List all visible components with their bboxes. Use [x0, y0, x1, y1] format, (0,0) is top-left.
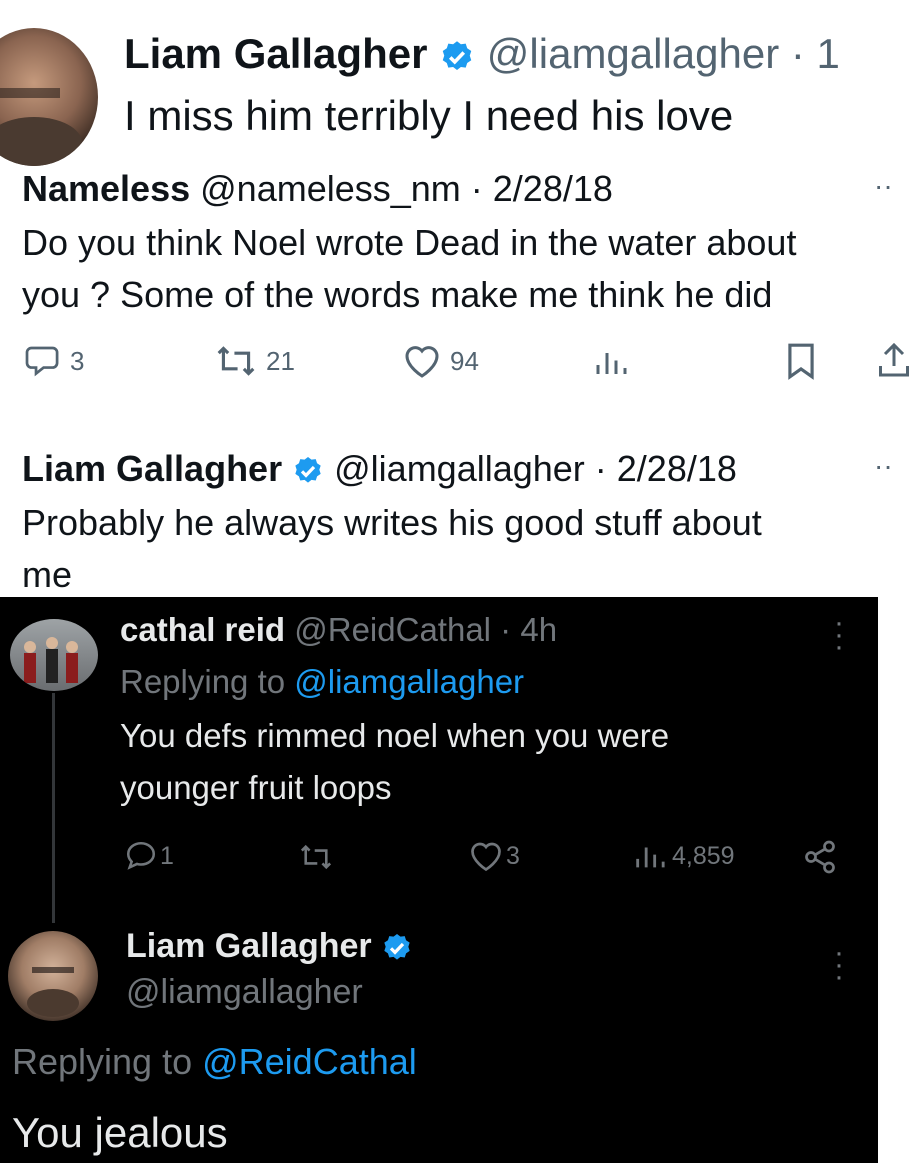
views-icon [636, 847, 665, 868]
face-image-icon [0, 88, 82, 166]
liam-avatar-top[interactable] [0, 28, 98, 166]
liam-final-text: You jealous [12, 1109, 228, 1156]
liam-reply-handle[interactable]: @liamgallagher · 2/28/18 [334, 448, 737, 489]
share-nodes-icon [805, 840, 835, 874]
like-button[interactable]: 94 [402, 342, 479, 380]
dark-reply-button[interactable]: 1 [124, 839, 174, 873]
heart-icon [405, 346, 439, 378]
verified-badge-icon [384, 934, 410, 960]
liam-avatar-bottom[interactable] [8, 931, 98, 1021]
nameless-handle[interactable]: @nameless_nm · 2/28/18 [200, 168, 613, 209]
more-vertical-icon[interactable]: · · · [834, 938, 844, 992]
reply-count: 3 [70, 345, 85, 376]
verified-badge-icon [295, 457, 321, 484]
group-photo-icon [24, 637, 78, 683]
share-icon [879, 342, 909, 377]
thread-line [52, 693, 55, 923]
heart-icon [471, 842, 501, 872]
nameless-text-line2: you ? Some of the words make me think he… [22, 274, 773, 315]
cathal-text-line2: younger fruit loops [120, 769, 392, 806]
dark-like-button[interactable]: 3 [468, 839, 520, 873]
top-tweet-text: I miss him terribly I need his love [124, 92, 734, 139]
retweet-icon [300, 844, 332, 870]
more-options-icon[interactable]: ·· [874, 450, 893, 482]
replying-to-link[interactable]: @liamgallagher [294, 663, 524, 700]
bookmark-button[interactable] [784, 342, 818, 385]
bookmark-icon [788, 343, 814, 380]
reply-icon [25, 346, 59, 377]
retweet-count: 21 [266, 345, 295, 376]
cathal-handle[interactable]: @ReidCathal · 4h [294, 611, 557, 648]
face-image-icon [27, 967, 79, 1017]
share-button[interactable] [876, 340, 912, 385]
dark-views-count: 4,859 [672, 841, 735, 870]
verified-badge-icon [442, 41, 472, 70]
like-count: 94 [450, 345, 479, 376]
liam-final-handle[interactable]: @liamgallagher [126, 973, 363, 1012]
reply-button[interactable]: 3 [24, 342, 84, 380]
retweet-icon [217, 346, 255, 376]
replying-to-label: Replying to [12, 1041, 203, 1082]
dark-reply-count: 1 [160, 841, 174, 870]
reply-icon [126, 841, 156, 870]
liam-reply-line2: me [22, 554, 73, 595]
cathal-name[interactable]: cathal reid [120, 611, 285, 648]
dark-thread-panel: cathal reid @ReidCathal · 4h · · · Replyin… [0, 597, 878, 1163]
more-vertical-icon[interactable]: · · · [834, 608, 844, 662]
cathal-text-line1: You defs rimmed noel when you were [120, 717, 670, 754]
views-icon [596, 353, 627, 374]
top-tweet-handle[interactable]: @liamgallagher · 1 [487, 30, 840, 77]
liam-reply-line1: Probably he always writes his good stuff… [22, 502, 762, 543]
liam-final-name[interactable]: Liam Gallagher [126, 927, 372, 965]
liam-reply-name[interactable]: Liam Gallagher [22, 448, 282, 489]
replying-to-link[interactable]: @ReidCathal [202, 1041, 417, 1082]
more-options-icon[interactable]: ·· [874, 170, 893, 202]
dark-like-count: 3 [506, 841, 520, 870]
dark-views-button[interactable]: 4,859 [632, 839, 735, 873]
dark-retweet-button[interactable] [298, 841, 334, 878]
nameless-name[interactable]: Nameless [22, 168, 190, 209]
views-button[interactable] [592, 344, 628, 385]
dark-share-button[interactable] [802, 839, 838, 880]
replying-to-label: Replying to [120, 663, 295, 700]
cathal-avatar[interactable] [10, 619, 98, 691]
top-tweet-name[interactable]: Liam Gallagher [124, 30, 427, 77]
nameless-text-line1: Do you think Noel wrote Dead in the wate… [22, 222, 797, 263]
retweet-button[interactable]: 21 [214, 342, 295, 380]
